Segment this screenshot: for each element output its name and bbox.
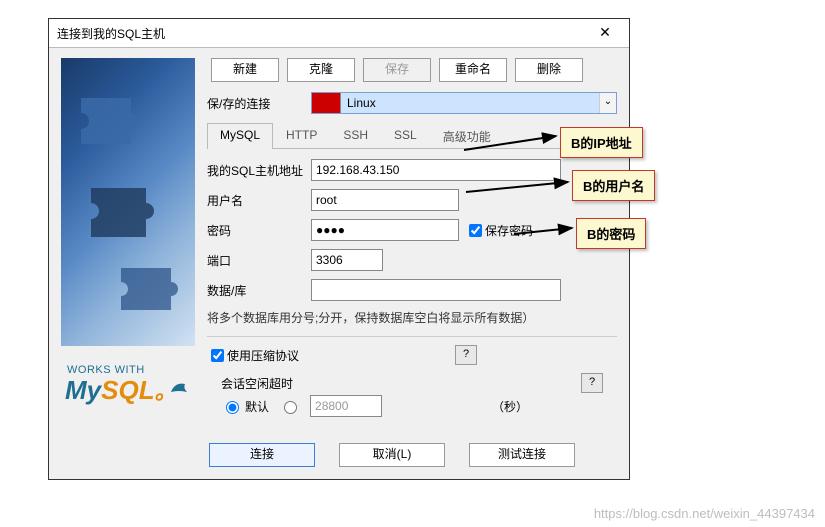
connection-dialog: 连接到我的SQL主机 ✕ WORKS WITH MySQL。 (48, 18, 630, 480)
sidebar: WORKS WITH MySQL。 (61, 58, 195, 427)
db-label: 数据/库 (207, 282, 311, 299)
compress-checkbox[interactable]: 使用压缩协议 (207, 346, 299, 365)
saved-label: 保/存的连接 (207, 95, 311, 112)
clone-button[interactable]: 克隆 (287, 58, 355, 82)
idle-unit: （秒） (492, 398, 528, 415)
new-button[interactable]: 新建 (211, 58, 279, 82)
idle-radio-group: 默认 28800 （秒） (221, 395, 617, 417)
mysql-logo: WORKS WITH MySQL。 (61, 360, 195, 427)
tab-advanced[interactable]: 高级功能 (430, 123, 504, 149)
tab-http[interactable]: HTTP (273, 123, 330, 149)
tab-ssh[interactable]: SSH (330, 123, 381, 149)
save-password-label: 保存密码 (485, 222, 533, 239)
callout-pass: B的密码 (576, 218, 646, 249)
idle-label: 会话空闲超时 (221, 375, 293, 392)
rename-button[interactable]: 重命名 (439, 58, 507, 82)
main-panel: 新建 克隆 保存 重命名 删除 保/存的连接 Linux ⌄ MySQL HTT… (207, 58, 617, 427)
watermark: https://blog.csdn.net/weixin_44397434 (594, 506, 815, 521)
connection-color-swatch (312, 93, 341, 113)
save-password-checkbox[interactable]: 保存密码 (465, 221, 533, 240)
separator (207, 336, 617, 337)
help-compress-button[interactable]: ? (455, 345, 477, 365)
save-button: 保存 (363, 58, 431, 82)
saved-connection-value: Linux (341, 93, 599, 113)
close-button[interactable]: ✕ (589, 23, 621, 43)
user-input[interactable]: root (311, 189, 459, 211)
idle-custom-radio[interactable] (279, 398, 300, 414)
saved-connection-combo[interactable]: Linux ⌄ (311, 92, 617, 114)
tab-mysql[interactable]: MySQL (207, 123, 273, 149)
callout-user: B的用户名 (572, 170, 655, 201)
tabs: MySQL HTTP SSH SSL 高级功能 (207, 122, 617, 149)
port-input[interactable]: 3306 (311, 249, 383, 271)
footer: 连接 取消(L) 测试连接 (49, 435, 629, 479)
chevron-down-icon[interactable]: ⌄ (599, 93, 616, 113)
cancel-button[interactable]: 取消(L) (339, 443, 445, 467)
pass-input[interactable]: ●●●● (311, 219, 459, 241)
idle-custom-input[interactable]: 28800 (310, 395, 382, 417)
idle-default-radio[interactable]: 默认 (221, 398, 269, 415)
dolphin-icon (169, 380, 189, 394)
saved-connection-row: 保/存的连接 Linux ⌄ (207, 92, 617, 114)
connect-button[interactable]: 连接 (209, 443, 315, 467)
mysql-form: 我的SQL主机地址 192.168.43.150 用户名 root 密码 ●●●… (207, 149, 617, 417)
tab-ssl[interactable]: SSL (381, 123, 430, 149)
window-title: 连接到我的SQL主机 (57, 25, 165, 42)
port-label: 端口 (207, 252, 311, 269)
titlebar: 连接到我的SQL主机 ✕ (49, 19, 629, 48)
decorative-puzzle-image (61, 58, 195, 346)
pass-label: 密码 (207, 222, 311, 239)
host-input[interactable]: 192.168.43.150 (311, 159, 561, 181)
host-label: 我的SQL主机地址 (207, 162, 311, 179)
delete-button[interactable]: 删除 (515, 58, 583, 82)
save-password-check[interactable] (469, 224, 482, 237)
user-label: 用户名 (207, 192, 311, 209)
db-hint: 将多个数据库用分号;分开，保持数据库空白将显示所有数据） (207, 309, 617, 326)
callout-ip: B的IP地址 (560, 127, 643, 158)
help-idle-button[interactable]: ? (581, 373, 603, 393)
compress-check[interactable] (211, 349, 224, 362)
db-input[interactable] (311, 279, 561, 301)
test-button[interactable]: 测试连接 (469, 443, 575, 467)
toolbar: 新建 克隆 保存 重命名 删除 (211, 58, 617, 82)
compress-label: 使用压缩协议 (227, 347, 299, 364)
